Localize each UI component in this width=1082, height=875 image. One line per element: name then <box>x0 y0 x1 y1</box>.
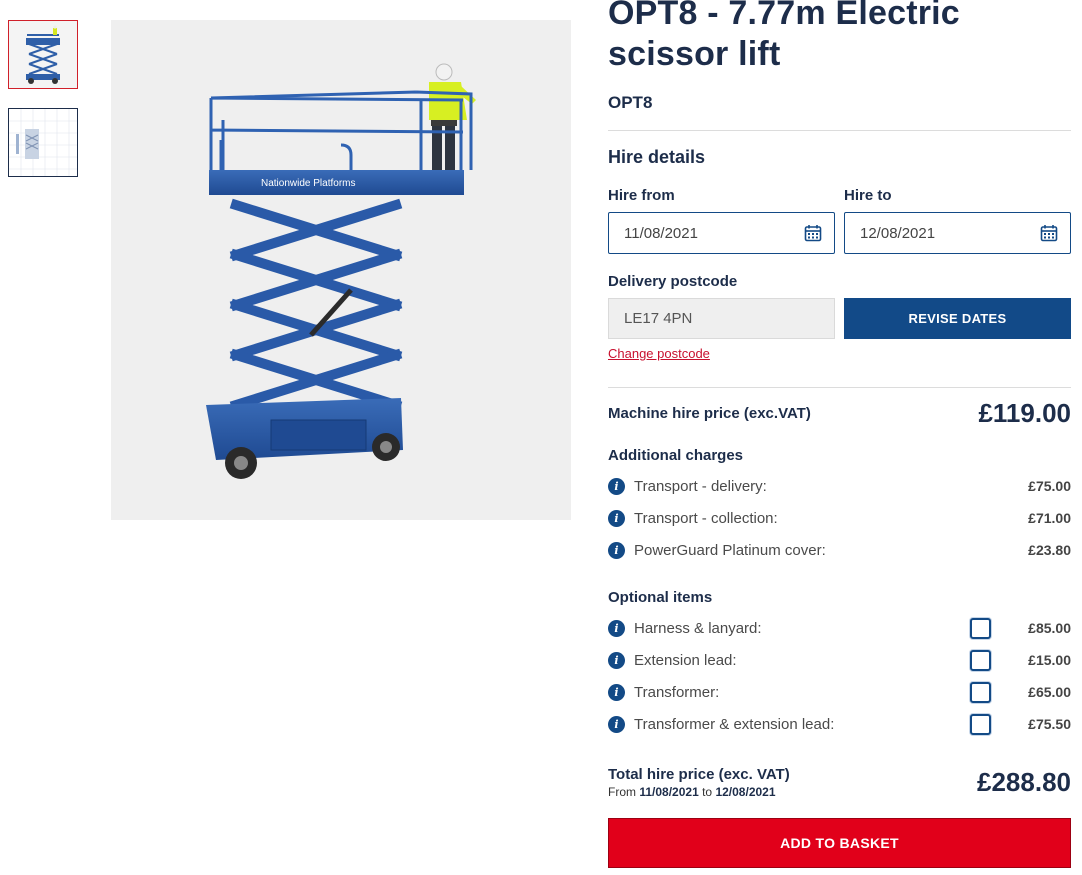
info-icon[interactable]: i <box>608 619 625 637</box>
charge-row: i PowerGuard Platinum cover: £23.80 <box>608 534 1071 566</box>
info-icon[interactable]: i <box>608 683 625 701</box>
optional-items-list: i Harness & lanyard: £85.00 i Extension … <box>608 612 1071 740</box>
info-icon[interactable]: i <box>608 477 625 495</box>
hire-from-input[interactable]: 11/08/2021 <box>608 212 835 254</box>
revise-dates-button[interactable]: REVISE DATES <box>844 298 1071 339</box>
total-from-date: 11/08/2021 <box>639 785 699 799</box>
optional-item-checkbox[interactable] <box>970 649 991 671</box>
total-date-range: From 11/08/2021 to 12/08/2021 <box>608 785 790 799</box>
optional-item-row: i Harness & lanyard: £85.00 <box>608 612 1071 644</box>
optional-item-price: £15.00 <box>1028 652 1071 668</box>
charge-price: £23.80 <box>1028 542 1071 558</box>
charge-label: PowerGuard Platinum cover: <box>634 541 826 559</box>
divider <box>608 387 1071 388</box>
total-from-word: From <box>608 785 636 799</box>
divider <box>608 130 1071 131</box>
optional-item-price: £75.50 <box>1028 716 1071 732</box>
product-title: OPT8 - 7.77m Electric scissor lift <box>608 0 960 73</box>
calendar-icon[interactable] <box>804 224 822 242</box>
thumbnail-dimension-drawing[interactable] <box>8 108 78 177</box>
svg-text:Nationwide Platforms: Nationwide Platforms <box>261 178 355 189</box>
optional-items-heading: Optional items <box>608 589 713 606</box>
total-to-word: to <box>702 785 713 799</box>
optional-item-label: Harness & lanyard: <box>634 619 762 637</box>
optional-item-checkbox[interactable] <box>970 713 991 735</box>
info-icon[interactable]: i <box>608 651 625 669</box>
optional-item-checkbox[interactable] <box>970 617 991 639</box>
hire-from-label: Hire from <box>608 187 675 204</box>
optional-item-row: i Extension lead: £15.00 <box>608 644 1071 676</box>
total-row: Total hire price (exc. VAT) From 11/08/2… <box>608 766 1071 799</box>
add-to-basket-button[interactable]: ADD TO BASKET <box>608 818 1071 868</box>
hire-from-value: 11/08/2021 <box>624 224 698 242</box>
postcode-row: LE17 4PN REVISE DATES <box>608 298 1071 339</box>
hire-to-value: 12/08/2021 <box>860 224 936 242</box>
optional-item-price: £65.00 <box>1028 684 1071 700</box>
total-price: £288.80 <box>977 767 1071 797</box>
optional-item-row: i Transformer: £65.00 <box>608 676 1071 708</box>
info-icon[interactable]: i <box>608 541 625 559</box>
product-sku: OPT8 <box>608 93 653 112</box>
calendar-icon[interactable] <box>1040 224 1058 242</box>
total-label-group: Total hire price (exc. VAT) From 11/08/2… <box>608 766 790 799</box>
hire-from-group: Hire from 11/08/2021 <box>608 187 835 254</box>
thumbnail-list <box>8 20 78 196</box>
charge-price: £75.00 <box>1028 478 1071 494</box>
charge-row: i Transport - collection: £71.00 <box>608 502 1071 534</box>
optional-item-row: i Transformer & extension lead: £75.50 <box>608 708 1071 740</box>
info-icon[interactable]: i <box>608 715 625 733</box>
additional-charges-list: i Transport - delivery: £75.00 i Transpo… <box>608 470 1071 566</box>
product-image: Nationwide Platforms <box>111 20 571 520</box>
charge-row: i Transport - delivery: £75.00 <box>608 470 1071 502</box>
hire-details-heading: Hire details <box>608 147 706 167</box>
change-postcode-link[interactable]: Change postcode <box>608 346 710 361</box>
machine-hire-row: Machine hire price (exc.VAT) £119.00 <box>608 398 1071 428</box>
hire-to-input[interactable]: 12/08/2021 <box>844 212 1071 254</box>
delivery-postcode-input[interactable]: LE17 4PN <box>608 298 835 339</box>
charge-price: £71.00 <box>1028 510 1071 526</box>
optional-item-label: Extension lead: <box>634 651 737 669</box>
machine-hire-label: Machine hire price (exc.VAT) <box>608 405 811 422</box>
charge-label: Transport - collection: <box>634 509 778 527</box>
info-icon[interactable]: i <box>608 509 625 527</box>
product-details-panel: OPT8 - 7.77m Electric scissor lift OPT8 … <box>608 0 1071 868</box>
optional-item-label: Transformer & extension lead: <box>634 715 835 733</box>
additional-charges-heading: Additional charges <box>608 447 744 464</box>
total-label: Total hire price (exc. VAT) <box>608 766 790 783</box>
hire-to-group: Hire to 12/08/2021 <box>844 187 1071 254</box>
optional-item-price: £85.00 <box>1028 620 1071 636</box>
delivery-postcode-label: Delivery postcode <box>608 273 738 290</box>
hire-dates-row: Hire from 11/08/2021 Hire to 12/08/2021 <box>608 187 1071 254</box>
thumbnail-scissor-lift-photo[interactable] <box>8 20 78 89</box>
optional-item-label: Transformer: <box>634 683 720 701</box>
hire-to-label: Hire to <box>844 187 892 204</box>
optional-item-checkbox[interactable] <box>970 681 991 703</box>
total-to-date: 12/08/2021 <box>715 785 776 799</box>
worker-figure <box>429 63 476 178</box>
charge-label: Transport - delivery: <box>634 477 767 495</box>
machine-hire-price: £119.00 <box>978 398 1071 428</box>
